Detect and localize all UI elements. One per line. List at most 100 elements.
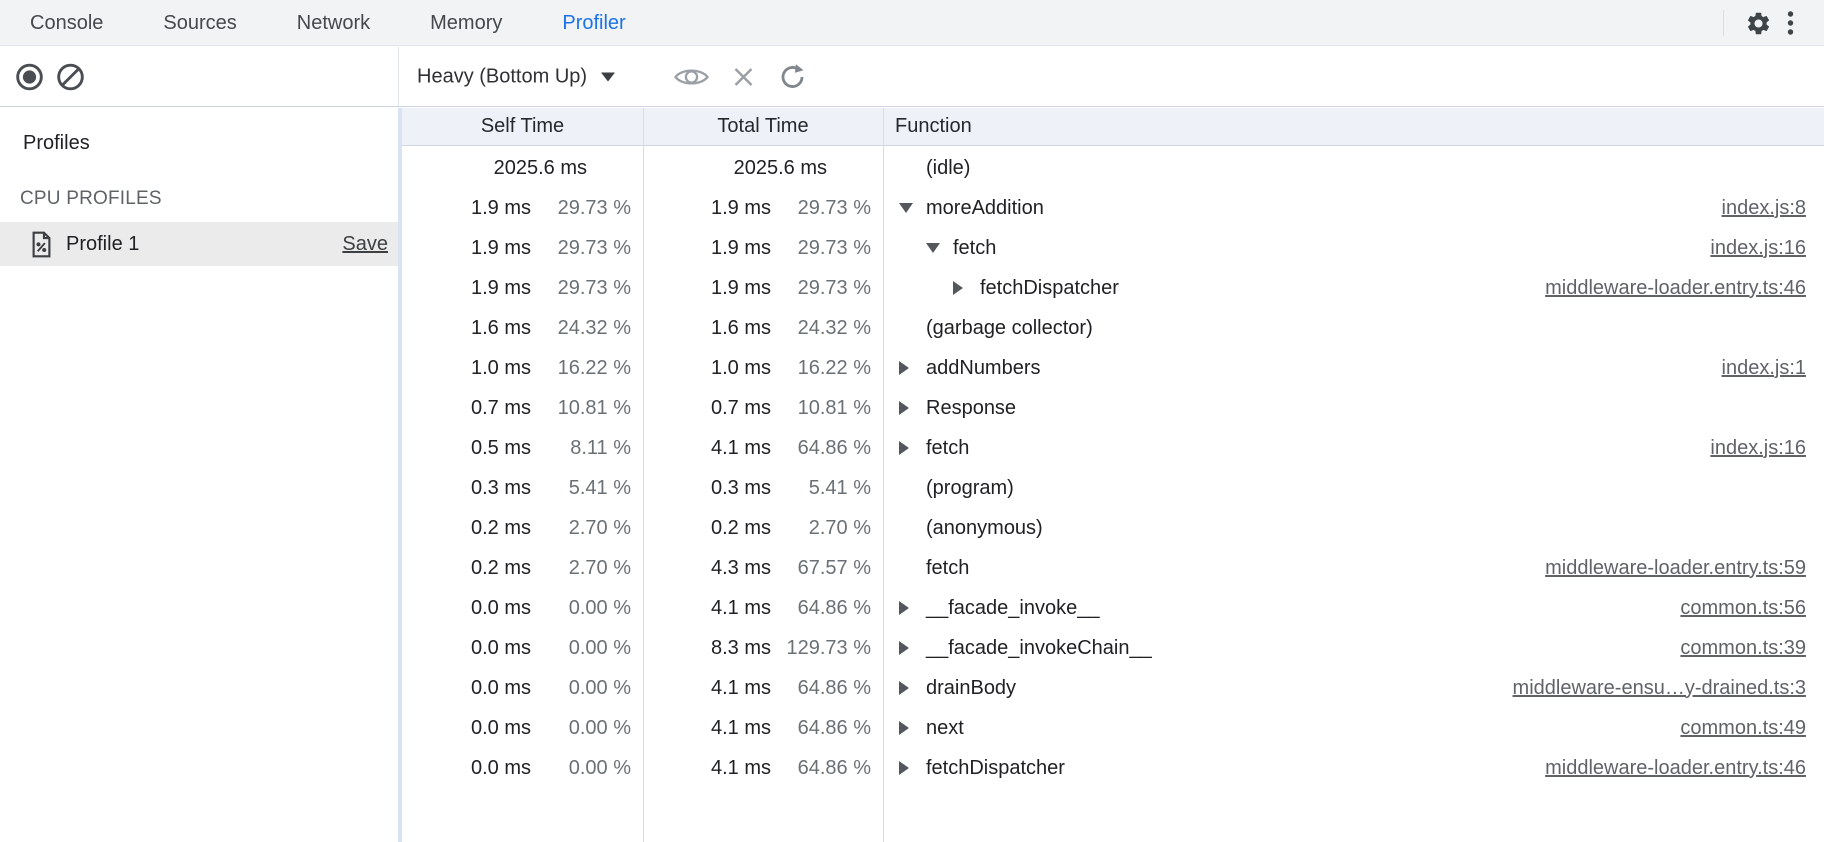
table-row[interactable]: 0.2 ms2.70 %0.2 ms2.70 %(anonymous) xyxy=(402,508,1824,548)
function-cell: fetch index.js:16 xyxy=(883,428,1824,468)
tab-memory[interactable]: Memory xyxy=(400,0,532,45)
devtools-tabbar: ConsoleSourcesNetworkMemoryProfiler xyxy=(0,0,1824,46)
source-location-link[interactable]: middleware-ensu…y-drained.ts:3 xyxy=(1513,677,1806,700)
function-cell: (program) xyxy=(883,468,1824,508)
more-menu-kebab-icon[interactable] xyxy=(1776,5,1804,41)
total-time-cell: 1.9 ms29.73 % xyxy=(643,228,883,268)
source-location-link[interactable]: middleware-loader.entry.ts:46 xyxy=(1545,757,1806,780)
chevron-down-icon xyxy=(601,72,615,81)
expand-arrow-icon[interactable] xyxy=(899,203,926,213)
tab-sources[interactable]: Sources xyxy=(133,0,266,45)
expand-arrow-icon[interactable] xyxy=(899,361,926,375)
total-time-value: 4.1 ms xyxy=(711,757,771,780)
self-time-value: 0.0 ms xyxy=(471,717,531,740)
function-name: Response xyxy=(926,397,1016,420)
tab-network[interactable]: Network xyxy=(267,0,400,45)
table-row[interactable]: 0.0 ms0.00 %8.3 ms129.73 %__facade_invok… xyxy=(402,628,1824,668)
source-location-link[interactable]: common.ts:56 xyxy=(1680,597,1806,620)
total-time-percent: 24.32 % xyxy=(771,317,883,340)
source-location-link[interactable]: common.ts:49 xyxy=(1680,717,1806,740)
profile-list-item[interactable]: Profile 1 Save xyxy=(0,222,398,266)
source-location-link[interactable]: common.ts:39 xyxy=(1680,637,1806,660)
cpu-profiles-heading: CPU PROFILES xyxy=(20,188,162,210)
expand-arrow-icon[interactable] xyxy=(899,601,926,615)
function-name: moreAddition xyxy=(926,197,1044,220)
total-time-percent: 64.86 % xyxy=(771,677,883,700)
self-time-value: 0.5 ms xyxy=(471,437,531,460)
table-row[interactable]: 0.0 ms0.00 %4.1 ms64.86 %__facade_invoke… xyxy=(402,588,1824,628)
expand-arrow-icon[interactable] xyxy=(953,281,980,295)
table-row[interactable]: 0.2 ms2.70 %4.3 ms67.57 %fetchmiddleware… xyxy=(402,548,1824,588)
gear-icon xyxy=(1745,10,1772,37)
total-time-value: 0.7 ms xyxy=(711,397,771,420)
source-location-link[interactable]: middleware-loader.entry.ts:46 xyxy=(1545,277,1806,300)
record-button[interactable] xyxy=(15,62,44,91)
source-location-link[interactable]: index.js:16 xyxy=(1710,237,1806,260)
self-time-cell: 0.7 ms10.81 % xyxy=(402,388,643,428)
total-time-percent: 5.41 % xyxy=(771,477,883,500)
column-header-total-time[interactable]: Total Time xyxy=(643,115,883,138)
self-time-percent: 2.70 % xyxy=(531,517,643,540)
restore-all-functions-button[interactable] xyxy=(778,62,807,91)
source-location-link[interactable]: index.js:16 xyxy=(1710,437,1806,460)
total-time-percent: 64.86 % xyxy=(771,597,883,620)
total-time-cell: 1.9 ms29.73 % xyxy=(643,188,883,228)
source-location-link[interactable]: index.js:1 xyxy=(1722,357,1807,380)
exclude-function-button[interactable] xyxy=(732,65,755,88)
table-row[interactable]: 0.3 ms5.41 %0.3 ms5.41 %(program) xyxy=(402,468,1824,508)
self-time-value: 2025.6 ms xyxy=(494,157,587,180)
tab-console[interactable]: Console xyxy=(0,0,133,45)
self-time-percent: 8.11 % xyxy=(531,437,643,460)
triangle-right-icon xyxy=(899,361,909,375)
triangle-right-icon xyxy=(899,441,909,455)
table-row[interactable]: 0.0 ms0.00 %4.1 ms64.86 %fetchDispatcher… xyxy=(402,748,1824,788)
self-time-cell: 1.9 ms29.73 % xyxy=(402,268,643,308)
total-time-value: 1.0 ms xyxy=(711,357,771,380)
self-time-percent: 16.22 % xyxy=(531,357,643,380)
table-row[interactable]: 0.7 ms10.81 %0.7 ms10.81 %Response xyxy=(402,388,1824,428)
function-name: drainBody xyxy=(926,677,1016,700)
function-cell: (anonymous) xyxy=(883,508,1824,548)
save-profile-link[interactable]: Save xyxy=(342,233,388,256)
profiles-heading: Profiles xyxy=(23,132,90,155)
table-row[interactable]: 1.6 ms24.32 %1.6 ms24.32 %(garbage colle… xyxy=(402,308,1824,348)
table-row[interactable]: 1.9 ms29.73 %1.9 ms29.73 % moreAddition in… xyxy=(402,188,1824,228)
settings-gear-icon[interactable] xyxy=(1740,5,1776,41)
self-time-percent: 5.41 % xyxy=(531,477,643,500)
source-location-link[interactable]: middleware-loader.entry.ts:59 xyxy=(1545,557,1806,580)
table-row[interactable]: 2025.6 ms2025.6 ms(idle) xyxy=(402,148,1824,188)
view-mode-select[interactable]: Heavy (Bottom Up) xyxy=(417,65,615,88)
table-row[interactable]: 0.5 ms8.11 %4.1 ms64.86 %fetchindex.js:1… xyxy=(402,428,1824,468)
column-header-function[interactable]: Function xyxy=(883,115,1824,138)
expand-arrow-icon[interactable] xyxy=(899,641,926,655)
self-time-cell: 1.9 ms29.73 % xyxy=(402,188,643,228)
expand-arrow-icon[interactable] xyxy=(899,761,926,775)
profiles-sidebar: Profiles CPU PROFILES Profile 1 Save xyxy=(0,108,398,842)
source-location-link[interactable]: index.js:8 xyxy=(1722,197,1807,220)
table-row[interactable]: 1.0 ms16.22 %1.0 ms16.22 %addNumbersinde… xyxy=(402,348,1824,388)
expand-arrow-icon[interactable] xyxy=(899,681,926,695)
self-time-percent: 2.70 % xyxy=(531,557,643,580)
function-name: fetch xyxy=(926,437,969,460)
focus-function-button[interactable] xyxy=(673,64,710,90)
table-row[interactable]: 0.0 ms0.00 %4.1 ms64.86 %drainBodymiddle… xyxy=(402,668,1824,708)
tabbar-divider xyxy=(1723,10,1724,36)
column-header-self-time[interactable]: Self Time xyxy=(402,115,643,138)
restore-refresh-icon xyxy=(778,62,807,91)
self-time-cell: 0.0 ms0.00 % xyxy=(402,748,643,788)
table-row[interactable]: 0.0 ms0.00 %4.1 ms64.86 %nextcommon.ts:4… xyxy=(402,708,1824,748)
profile-name: Profile 1 xyxy=(66,233,139,256)
self-time-percent: 29.73 % xyxy=(531,277,643,300)
total-time-cell: 8.3 ms129.73 % xyxy=(643,628,883,668)
table-row[interactable]: 1.9 ms29.73 %1.9 ms29.73 %fetchindex.js:… xyxy=(402,228,1824,268)
expand-arrow-icon[interactable] xyxy=(926,243,953,253)
total-time-value: 1.9 ms xyxy=(711,277,771,300)
table-row[interactable]: 1.9 ms29.73 %1.9 ms29.73 %fetchDispatche… xyxy=(402,268,1824,308)
total-time-percent: 2.70 % xyxy=(771,517,883,540)
tab-profiler[interactable]: Profiler xyxy=(532,0,655,45)
expand-arrow-icon[interactable] xyxy=(899,401,926,415)
clear-profiles-button[interactable] xyxy=(56,62,85,91)
expand-arrow-icon[interactable] xyxy=(899,441,926,455)
total-time-cell: 4.1 ms64.86 % xyxy=(643,708,883,748)
expand-arrow-icon[interactable] xyxy=(899,721,926,735)
